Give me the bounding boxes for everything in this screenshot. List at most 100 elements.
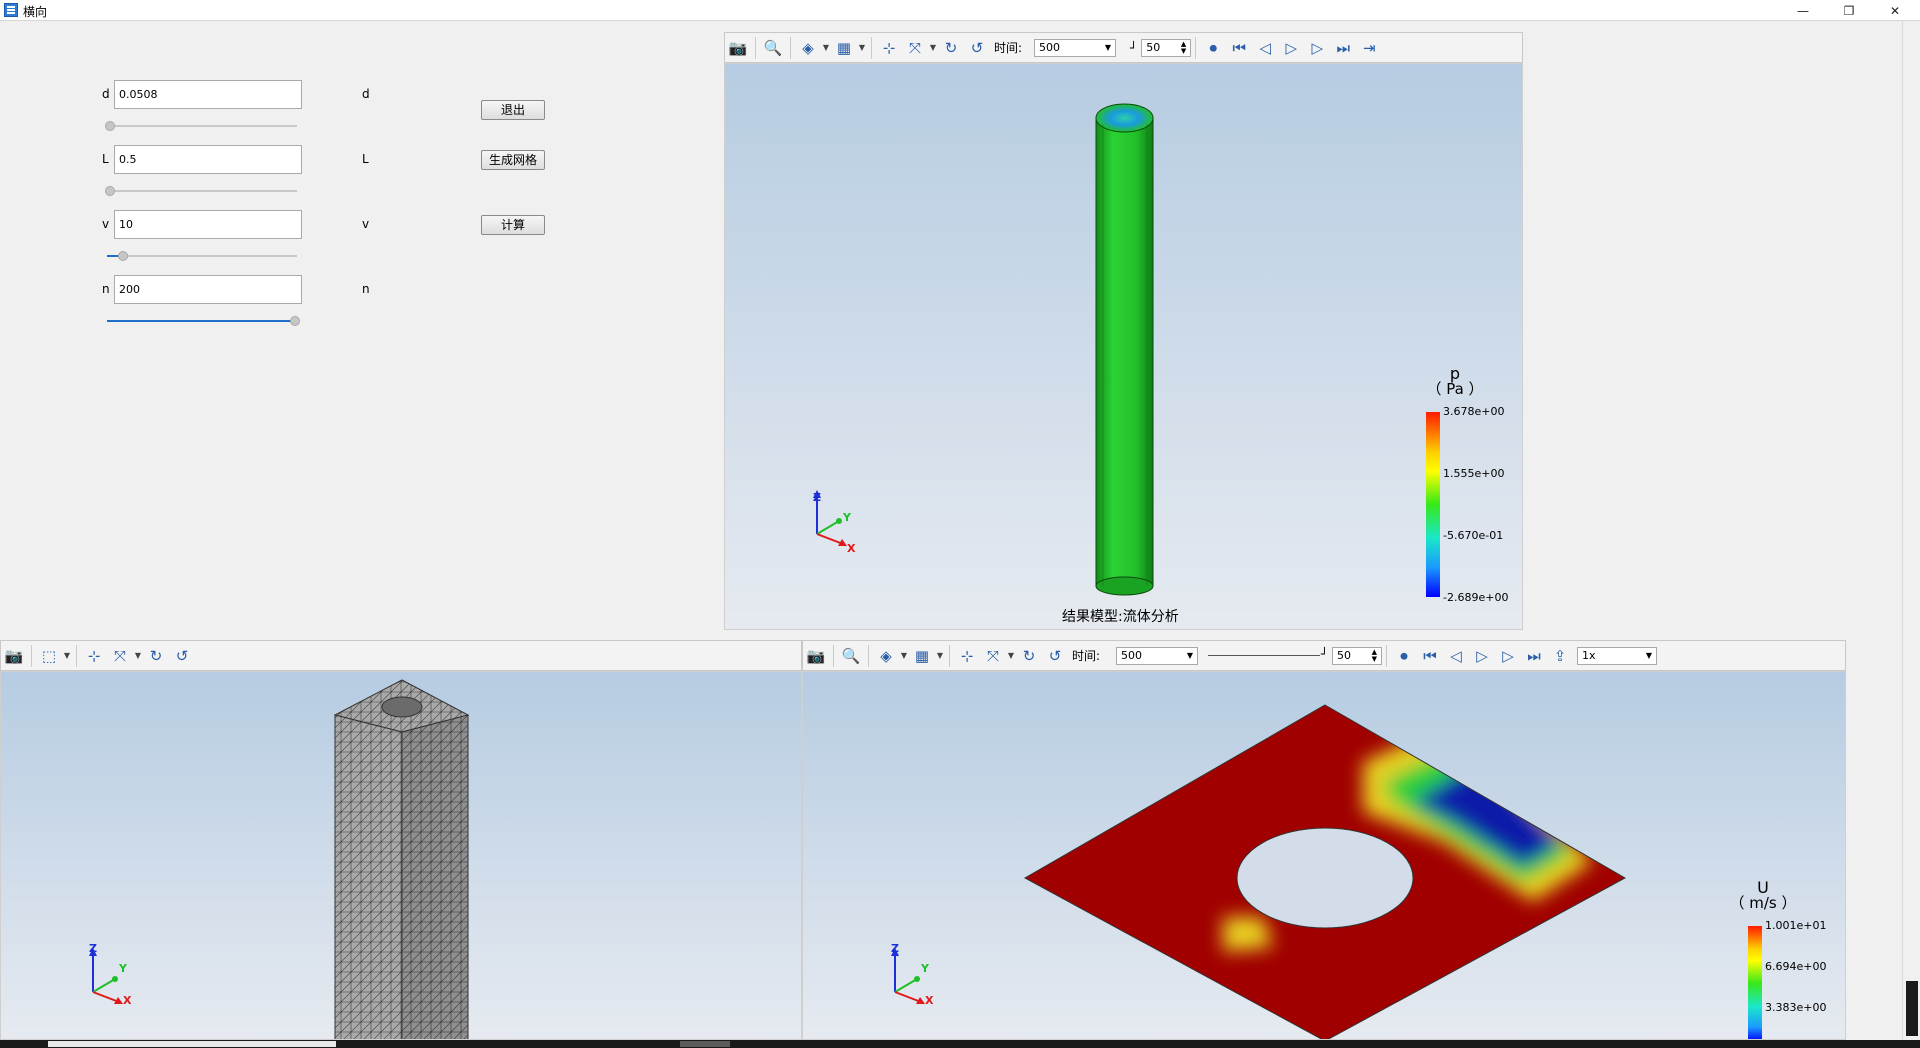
legend-value-max: 3.678e+00 <box>1443 405 1505 418</box>
rotate-cw-icon[interactable]: ↻ <box>143 643 169 669</box>
previous-frame-icon[interactable]: ◁ <box>1252 35 1278 61</box>
zoom-icon[interactable]: 🔍 <box>760 35 786 61</box>
chevron-down-icon[interactable]: ▼ <box>928 43 938 52</box>
param-d-slider[interactable] <box>105 121 297 131</box>
window-title: 横向 <box>23 5 48 19</box>
export-icon[interactable]: ⇪ <box>1547 643 1573 669</box>
chevron-down-icon[interactable]: ▼ <box>133 651 143 660</box>
param-l-unit-label: L <box>362 152 369 166</box>
rotate-ccw-icon[interactable]: ↺ <box>964 35 990 61</box>
vertical-scrollbar-thumb[interactable] <box>1906 981 1918 1036</box>
param-n-slider-handle[interactable] <box>290 316 300 326</box>
display-mode-icon[interactable]: ◈ <box>795 35 821 61</box>
fit-view-icon[interactable]: ⊹ <box>876 35 902 61</box>
param-v-slider-handle[interactable] <box>118 251 128 261</box>
param-d-label: d <box>102 87 110 101</box>
restore-button[interactable]: ❐ <box>1826 0 1872 21</box>
last-frame-icon[interactable]: ⏭ <box>1330 35 1356 61</box>
camera-icon[interactable]: 📷 <box>725 35 751 61</box>
horizontal-scrollbar-thumb-secondary[interactable] <box>680 1041 730 1047</box>
axis-y-label: Y <box>119 962 127 975</box>
export-icon[interactable]: ⇥ <box>1356 35 1382 61</box>
step-spinbox[interactable]: 50 ▲ ▼ <box>1332 646 1383 665</box>
velocity-field-render <box>1023 704 1627 1039</box>
time-slider[interactable]: ┘ <box>1208 647 1328 662</box>
param-d-slider-handle[interactable] <box>105 121 115 131</box>
chevron-down-icon[interactable]: ▼ <box>821 43 831 52</box>
rotate-ccw-icon[interactable]: ↺ <box>1042 643 1068 669</box>
camera-icon[interactable]: 📷 <box>1 643 27 669</box>
chevron-down-icon[interactable]: ▼ <box>857 43 867 52</box>
slider-end-icon: ┘ <box>1130 40 1138 55</box>
fit-view-icon[interactable]: ⊹ <box>81 643 107 669</box>
display-mode-icon[interactable]: ◈ <box>873 643 899 669</box>
param-n-slider[interactable] <box>107 316 300 326</box>
top-result-viewport[interactable]: Z Y X p （ Pa ） 3.678e+00 1.555e+00 -5.67… <box>724 63 1523 630</box>
zoom-icon[interactable]: 🔍 <box>838 643 864 669</box>
time-select[interactable]: 500 ▼ <box>1116 646 1199 665</box>
chevron-down-icon: ▼ <box>1645 651 1653 660</box>
time-select[interactable]: 500 ▼ <box>1034 38 1117 57</box>
cube-view-icon[interactable]: ⬚ <box>36 643 62 669</box>
mesh-viewport[interactable]: Z Y X <box>0 671 802 1040</box>
rotate-cw-icon[interactable]: ↻ <box>1016 643 1042 669</box>
generate-mesh-button[interactable]: 生成网格 <box>481 150 545 170</box>
param-l-input[interactable] <box>114 145 302 174</box>
chevron-down-icon[interactable]: ▼ <box>1006 651 1016 660</box>
param-n-unit-label: n <box>362 282 370 296</box>
axes-orientation-icon[interactable]: ⤧ <box>902 35 928 61</box>
velocity-view-toolbar: 📷 🔍 ◈ ▼ ▦ ▼ ⊹ ⤧ ▼ ↻ ↺ 时间: 500 ▼ ┘ 50 ▲ ▼ ⏺ … <box>802 640 1846 671</box>
play-icon[interactable]: ▷ <box>1469 643 1495 669</box>
horizontal-scrollbar-thumb[interactable] <box>48 1041 336 1047</box>
first-frame-icon[interactable]: ⏮ <box>1417 643 1443 669</box>
velocity-result-viewport[interactable]: Z Y X U （ m/s ） 1.001e+01 6.694e+00 3.38… <box>802 671 1846 1040</box>
legend-value-mid-low: -5.670e-01 <box>1443 529 1504 542</box>
param-v-slider[interactable] <box>107 251 297 261</box>
param-l-slider-handle[interactable] <box>105 186 115 196</box>
axes-orientation-icon[interactable]: ⤧ <box>980 643 1006 669</box>
chevron-down-icon: ▼ <box>1104 43 1112 52</box>
last-frame-icon[interactable]: ⏭ <box>1521 643 1547 669</box>
param-d-input[interactable] <box>114 80 302 109</box>
color-map-icon[interactable]: ▦ <box>831 35 857 61</box>
fit-view-icon[interactable]: ⊹ <box>954 643 980 669</box>
camera-icon[interactable]: 📷 <box>803 643 829 669</box>
app-icon <box>4 3 18 17</box>
velocity-color-legend <box>1748 926 1762 1039</box>
chevron-down-icon[interactable]: ▼ <box>935 651 945 660</box>
chevron-down-icon[interactable]: ▼ <box>899 651 909 660</box>
first-frame-icon[interactable]: ⏮ <box>1226 35 1252 61</box>
parameter-panel: d d L L v v n n 退出 生成网格 计算 <box>0 21 720 631</box>
horizontal-scrollbar[interactable] <box>0 1040 1920 1048</box>
legend-unit: （ Pa ） <box>1426 380 1484 398</box>
legend-unit: （ m/s ） <box>1729 894 1797 912</box>
close-button[interactable]: ✕ <box>1872 0 1918 21</box>
legend-value-min: -2.689e+00 <box>1443 591 1509 604</box>
next-frame-icon[interactable]: ▷ <box>1495 643 1521 669</box>
previous-frame-icon[interactable]: ◁ <box>1443 643 1469 669</box>
record-video-icon[interactable]: ⏺ <box>1391 643 1417 669</box>
param-v-unit-label: v <box>362 217 370 231</box>
step-spinbox[interactable]: 50 ▲ ▼ <box>1141 38 1192 57</box>
compute-button[interactable]: 计算 <box>481 215 545 235</box>
axis-x-label: X <box>847 542 856 555</box>
param-n-input[interactable] <box>114 275 302 304</box>
param-v-input[interactable] <box>114 210 302 239</box>
axes-orientation-icon[interactable]: ⤧ <box>107 643 133 669</box>
next-frame-icon[interactable]: ▷ <box>1304 35 1330 61</box>
axis-x-label: X <box>123 994 132 1007</box>
speed-select[interactable]: 1x ▼ <box>1577 646 1658 665</box>
param-n-label: n <box>102 282 110 296</box>
play-icon[interactable]: ▷ <box>1278 35 1304 61</box>
exit-button[interactable]: 退出 <box>481 100 545 120</box>
record-video-icon[interactable]: ⏺ <box>1200 35 1226 61</box>
vertical-scrollbar[interactable] <box>1902 21 1920 1040</box>
chevron-down-icon[interactable]: ▼ <box>62 651 72 660</box>
rotate-ccw-icon[interactable]: ↺ <box>169 643 195 669</box>
param-l-slider[interactable] <box>105 186 297 196</box>
minimize-button[interactable]: — <box>1780 0 1826 21</box>
rotate-cw-icon[interactable]: ↻ <box>938 35 964 61</box>
axis-x-label: X <box>925 994 934 1007</box>
color-map-icon[interactable]: ▦ <box>909 643 935 669</box>
legend-value-max: 1.001e+01 <box>1765 919 1827 932</box>
